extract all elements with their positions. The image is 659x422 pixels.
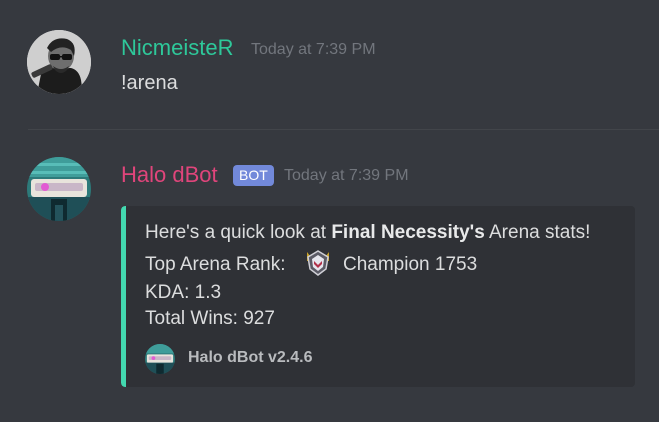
user-avatar-icon[interactable] (27, 30, 91, 94)
embed-rank-label: Top Arena Rank: (145, 254, 286, 275)
message-timestamp: Today at 7:39 PM (284, 167, 409, 184)
message-nicmeister: NicmeisteR Today at 7:39 PM !arena (0, 0, 659, 129)
embed-rank-value: Champion 1753 (343, 254, 478, 275)
stats-embed: Here's a quick look at Final Necessity's… (121, 206, 635, 387)
embed-kda: KDA: 1.3 (145, 282, 222, 303)
embed-accent-bar (121, 206, 126, 387)
embed-intro-suffix: Arena stats! (484, 222, 591, 243)
author-name[interactable]: NicmeisteR (121, 35, 233, 61)
bot-avatar-icon[interactable] (27, 157, 91, 221)
champion-rank-icon (304, 249, 332, 277)
embed-footer-text: Halo dBot v2.4.6 (188, 349, 313, 366)
footer-bot-icon (145, 344, 175, 374)
message-content: !arena (121, 72, 178, 94)
embed-player-name: Final Necessity's (331, 222, 485, 243)
bot-tag-badge: BOT (233, 165, 274, 186)
embed-total-wins: Total Wins: 927 (145, 308, 275, 329)
message-timestamp: Today at 7:39 PM (251, 41, 376, 58)
author-name[interactable]: Halo dBot (121, 162, 218, 188)
embed-intro-line: Here's a quick look at Final Necessity's… (145, 221, 590, 245)
embed-intro-prefix: Here's a quick look at (145, 222, 332, 243)
